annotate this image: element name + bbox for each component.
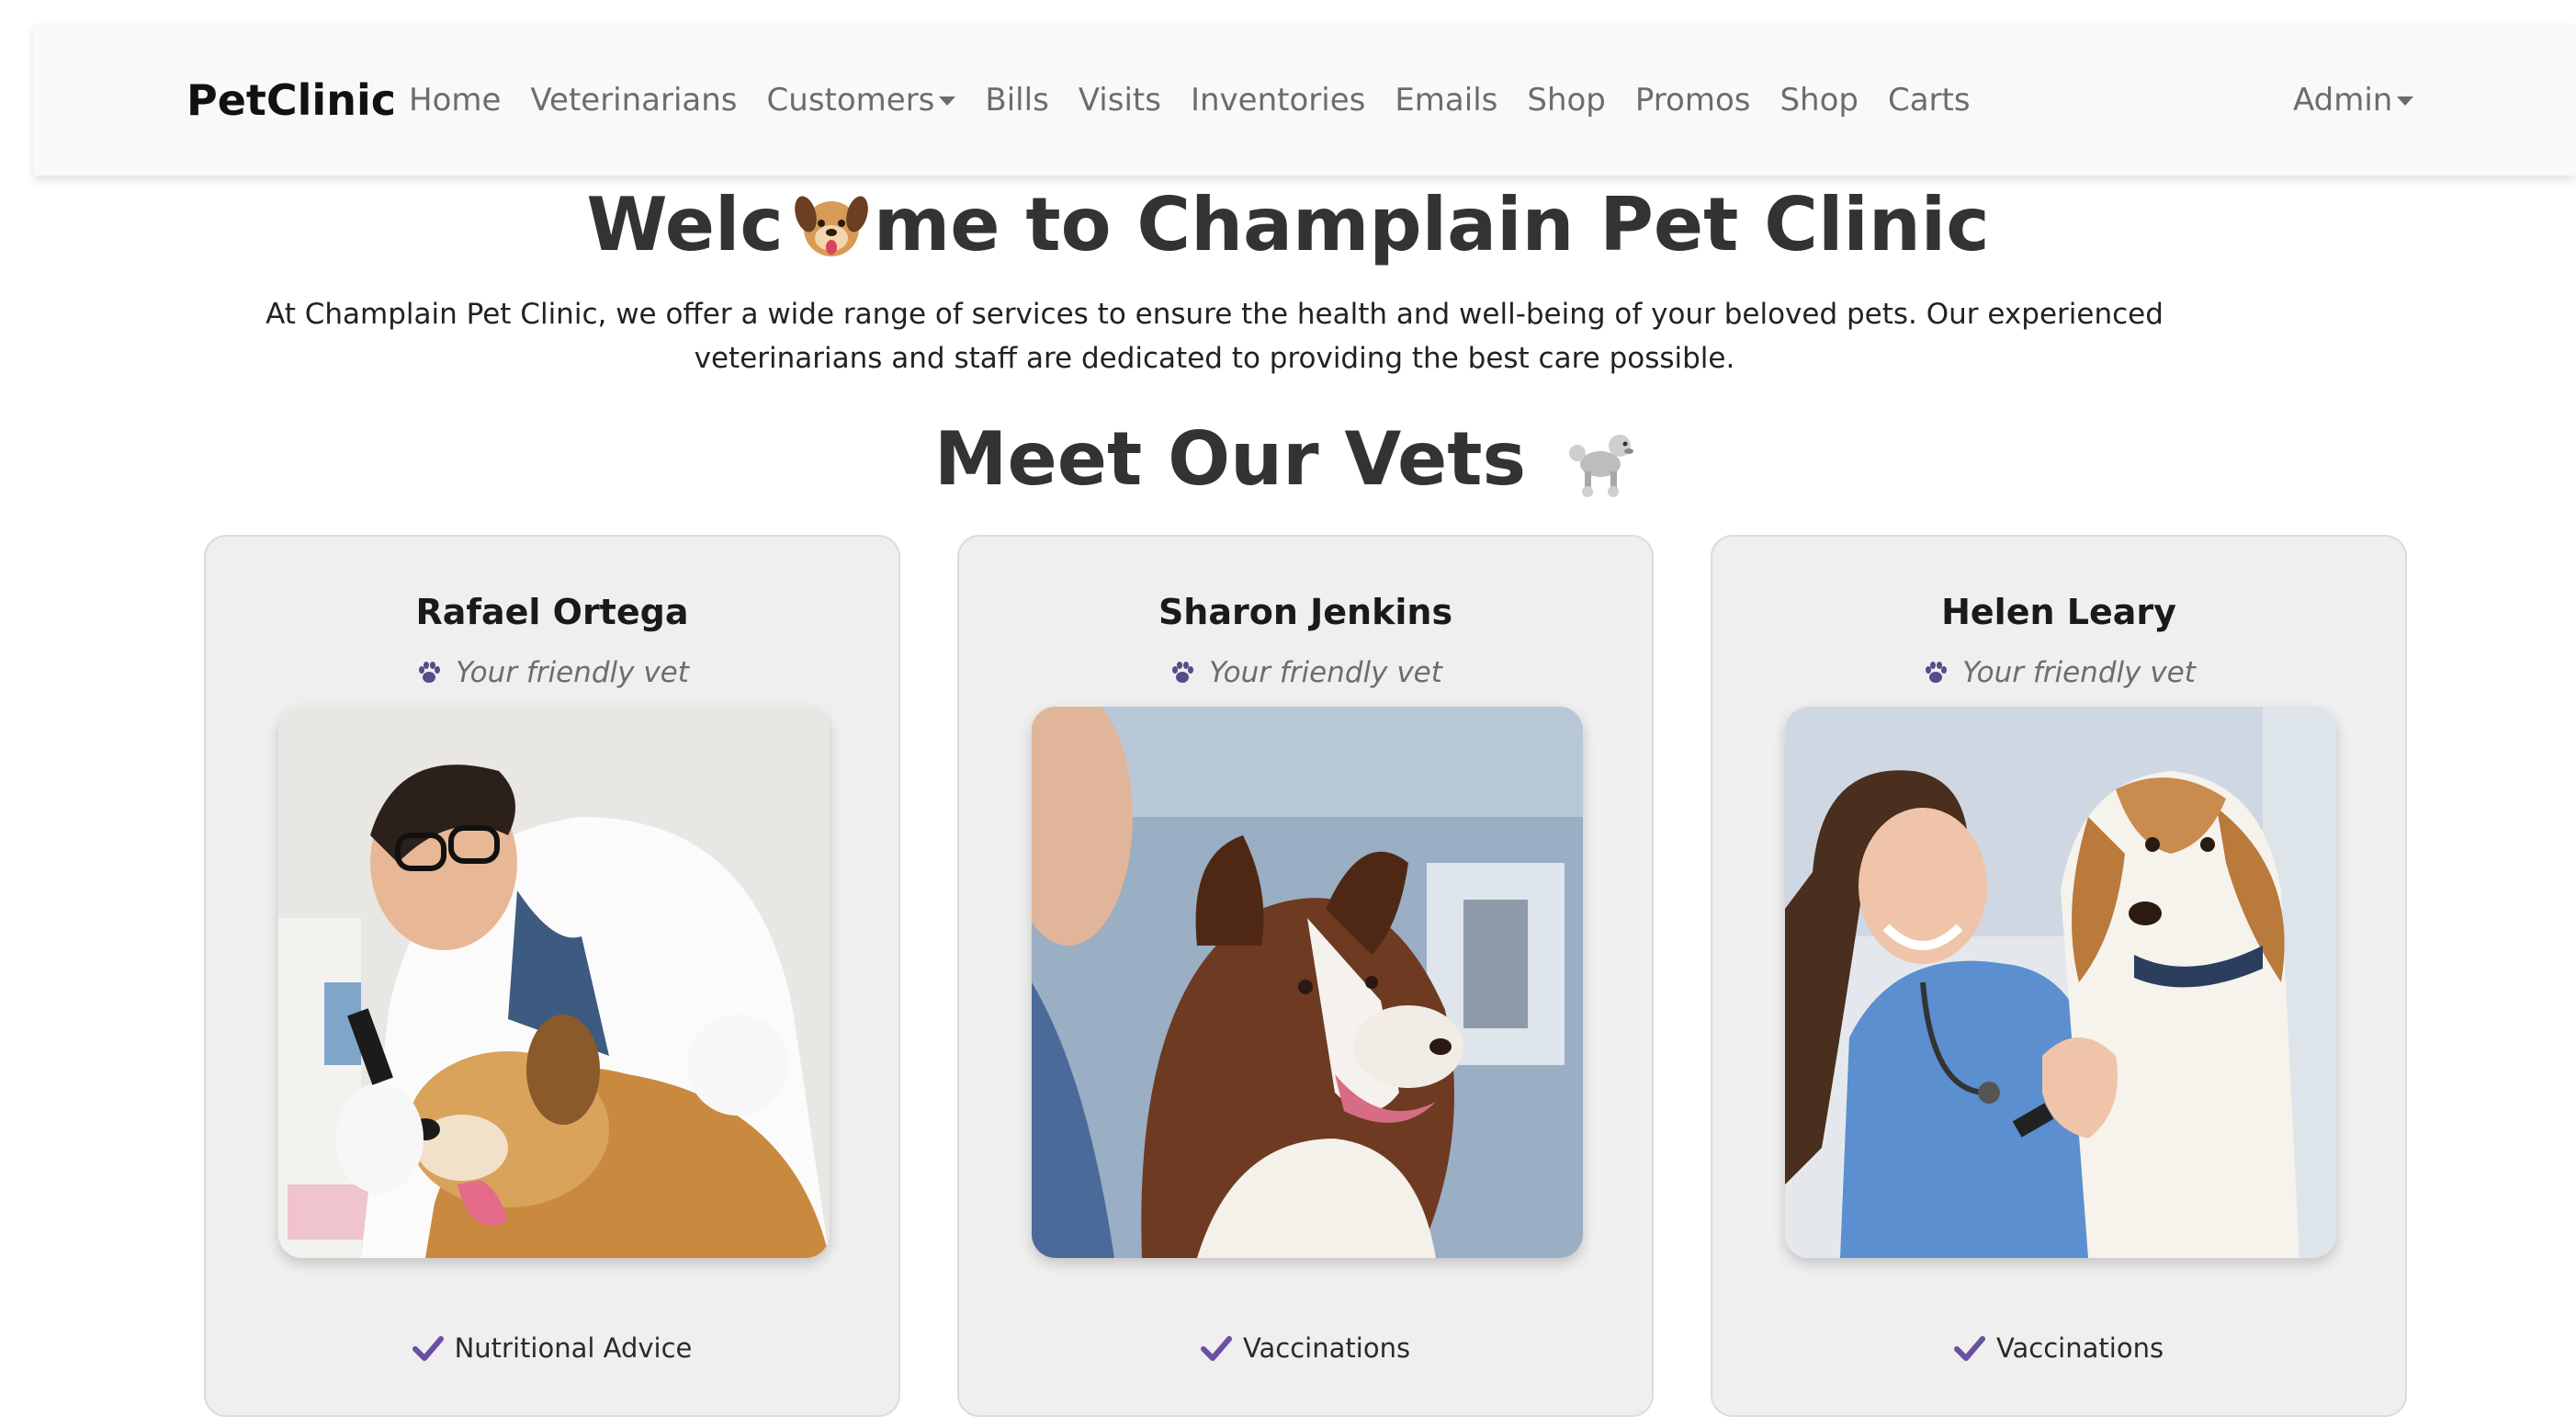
vet-subtitle-text: Your friendly vet (456, 656, 689, 689)
section-title-text: Meet Our Vets (933, 416, 1527, 502)
dog-face-icon (795, 196, 868, 256)
brand-logo[interactable]: PetClinic (186, 25, 396, 176)
vet-service: Nutritional Advice (206, 1332, 898, 1364)
vet-card[interactable]: Rafael Ortega Your friendly vet Nutritio… (204, 535, 900, 1417)
vet-subtitle-text: Your friendly vet (1962, 656, 2196, 689)
caret-down-icon (2397, 96, 2414, 106)
nav-link-veterinarians[interactable]: Veterinarians (530, 82, 737, 119)
nav-links: Home Veterinarians Customers Bills Visit… (409, 25, 2000, 176)
vet-subtitle-text: Your friendly vet (1209, 656, 1442, 689)
vet-subtitle: Your friendly vet (206, 656, 898, 689)
check-icon (1200, 1336, 1232, 1361)
nav-link-label: Home (409, 82, 502, 119)
nav-link-label: Veterinarians (530, 82, 738, 119)
admin-dropdown[interactable]: Admin (2293, 25, 2414, 176)
vet-card[interactable]: Sharon Jenkins Your friendly vet Vaccina… (957, 535, 1654, 1417)
vet-service-text: Nutritional Advice (454, 1332, 693, 1364)
nav-link-visits[interactable]: Visits (1079, 82, 1161, 119)
intro-paragraph: At Champlain Pet Clinic, we offer a wide… (266, 298, 2164, 375)
vet-card[interactable]: Helen Leary Your friendly vet Vaccinatio… (1711, 535, 2407, 1417)
nav-link-label: Shop (1779, 82, 1859, 119)
nav-link-bills[interactable]: Bills (985, 82, 1048, 119)
vet-with-beagle-photo (1785, 707, 2336, 1258)
nav-link-label: Bills (985, 82, 1049, 119)
vet-with-golden-dog-photo (278, 707, 830, 1258)
vet-name: Helen Leary (1941, 592, 2176, 632)
title-part-1: Welc (586, 182, 784, 267)
nav-link-shop[interactable]: Shop (1527, 82, 1606, 119)
vet-subtitle: Your friendly vet (1712, 656, 2405, 689)
vet-name: Sharon Jenkins (1158, 592, 1453, 632)
poodle-icon (1569, 435, 1634, 497)
nav-link-carts[interactable]: Carts (1888, 82, 1971, 119)
border-collie-photo (1032, 707, 1583, 1258)
nav-link-label: Carts (1887, 82, 1971, 119)
check-icon (1953, 1336, 1985, 1361)
check-icon (412, 1336, 444, 1361)
nav-link-emails[interactable]: Emails (1395, 82, 1497, 119)
nav-link-customers-dropdown[interactable]: Customers (767, 82, 956, 119)
admin-label: Admin (2293, 82, 2393, 119)
vet-service: Vaccinations (959, 1332, 1652, 1364)
vet-name: Rafael Ortega (415, 592, 689, 632)
title-part-2: me to Champlain Pet Clinic (873, 182, 1990, 267)
paw-icon (419, 662, 441, 683)
nav-link-label: Inventories (1190, 82, 1366, 119)
paw-icon (1926, 662, 1948, 683)
nav-link-label: Emails (1395, 82, 1498, 119)
nav-link-label: Customers (766, 82, 935, 119)
page-title: Welc me to Champlain Pet Clinic (0, 179, 2576, 271)
nav-link-home[interactable]: Home (409, 82, 501, 119)
nav-link-inventories[interactable]: Inventories (1191, 82, 1365, 119)
caret-down-icon (939, 96, 956, 106)
nav-link-shop-2[interactable]: Shop (1779, 82, 1859, 119)
nav-link-promos[interactable]: Promos (1635, 82, 1751, 119)
nav-link-label: Promos (1634, 82, 1751, 119)
section-title: Meet Our Vets (0, 414, 2576, 505)
nav-link-label: Visits (1078, 82, 1161, 119)
vet-service-text: Vaccinations (1995, 1332, 2164, 1364)
paw-icon (1172, 662, 1194, 683)
navbar: PetClinic Home Veterinarians Customers B… (33, 25, 2576, 176)
nav-link-label: Shop (1527, 82, 1606, 119)
vet-subtitle: Your friendly vet (959, 656, 1652, 689)
vet-service: Vaccinations (1712, 1332, 2405, 1364)
vet-service-text: Vaccinations (1242, 1332, 1411, 1364)
